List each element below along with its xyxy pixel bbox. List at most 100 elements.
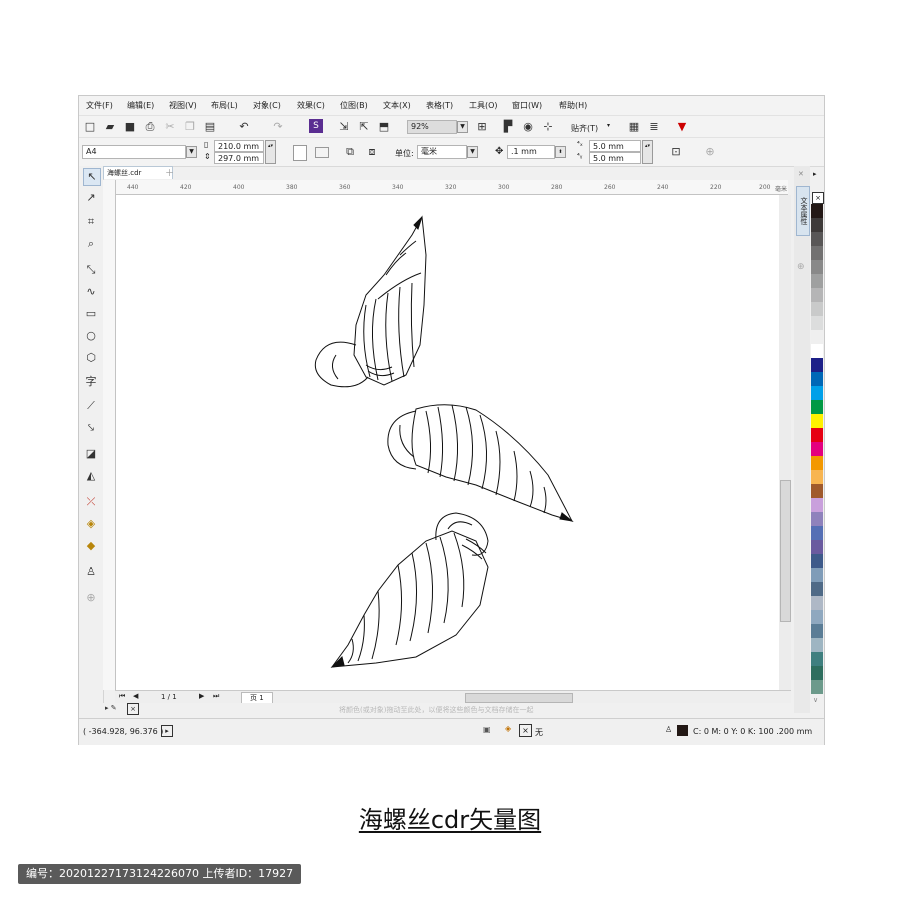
palette-swatch[interactable] (811, 232, 823, 246)
quick-customize-tools-icon[interactable]: ⊕ (83, 590, 99, 606)
palette-swatch[interactable] (811, 428, 823, 442)
paste-icon[interactable]: ▤ (203, 120, 217, 134)
duplicate-x-field[interactable]: 5.0 mm (589, 140, 641, 152)
interactive-fill-tool-icon[interactable]: ◈ (83, 516, 99, 532)
landscape-orientation-icon[interactable] (315, 147, 329, 158)
palette-no-color-icon[interactable]: ⨯ (812, 192, 824, 204)
polygon-tool-icon[interactable]: ⬡ (83, 350, 99, 366)
zoom-dropdown-icon[interactable]: ▼ (457, 121, 468, 133)
menu-window[interactable]: 窗口(W) (512, 100, 542, 111)
palette-swatch[interactable] (811, 666, 823, 680)
transparency-tool-icon[interactable]: ◭ (83, 468, 99, 484)
palette-swatch[interactable] (811, 526, 823, 540)
document-tab[interactable]: 海螺丝.cdr (103, 166, 173, 179)
page-dimension-spinner[interactable]: ▴▾ (265, 140, 276, 164)
vertical-ruler[interactable] (103, 180, 116, 690)
palette-swatch[interactable] (811, 554, 823, 568)
docker-close-icon[interactable]: ✕ (798, 170, 804, 178)
all-pages-icon[interactable]: ⧉ (343, 145, 357, 159)
palette-swatch[interactable] (811, 484, 823, 498)
pick-tool-icon[interactable]: ↖ (83, 168, 101, 186)
palette-swatch[interactable] (811, 652, 823, 666)
palette-swatch[interactable] (811, 344, 823, 358)
show-rulers-icon[interactable]: ▛ (501, 120, 515, 134)
palette-scroll-down-icon[interactable]: ∨ (813, 696, 818, 704)
add-docker-icon[interactable]: ⊕ (797, 262, 805, 272)
palette-swatch[interactable] (811, 386, 823, 400)
current-page-icon[interactable]: ⧈ (365, 145, 379, 159)
palette-swatch[interactable] (811, 638, 823, 652)
palette-swatch[interactable] (811, 498, 823, 512)
palette-swatch[interactable] (811, 512, 823, 526)
vertical-scroll-thumb[interactable] (780, 480, 791, 622)
horizontal-ruler[interactable]: 440 420 400 380 360 340 320 300 280 260 … (115, 180, 788, 195)
full-screen-icon[interactable]: ⊞ (475, 120, 489, 134)
zoom-tool-icon[interactable]: ⌕ (83, 236, 99, 252)
palette-swatch[interactable] (811, 568, 823, 582)
menu-help[interactable]: 帮助(H) (559, 100, 587, 111)
units-select[interactable]: 毫米 (417, 145, 467, 159)
menu-bitmap[interactable]: 位图(B) (340, 100, 368, 111)
application-launcher-icon[interactable]: ▦ (627, 120, 641, 134)
menu-table[interactable]: 表格(T) (426, 100, 453, 111)
palette-menu-icon[interactable]: ▸ ✎ (105, 704, 117, 712)
duplicate-spinner[interactable]: ▴▾ (642, 140, 653, 164)
welcome-screen-icon[interactable]: ▼ (675, 120, 689, 134)
snap-dropdown-icon[interactable]: ▾ (607, 122, 610, 129)
palette-swatch[interactable] (811, 372, 823, 386)
save-icon[interactable]: ■ (123, 120, 137, 134)
artistic-media-tool-icon[interactable]: ∿ (83, 284, 99, 300)
open-folder-icon[interactable]: ▰ (103, 120, 117, 134)
palette-swatch[interactable] (811, 358, 823, 372)
palette-swatch[interactable] (811, 414, 823, 428)
page-width-field[interactable]: 210.0 mm (214, 140, 264, 152)
page-height-field[interactable]: 297.0 mm (214, 152, 264, 164)
new-tab-icon[interactable]: ＋ (165, 166, 174, 179)
last-page-icon[interactable]: ⏭ (213, 692, 219, 701)
units-dropdown-icon[interactable]: ▼ (467, 146, 478, 158)
portrait-orientation-icon[interactable] (293, 145, 307, 161)
text-tool-icon[interactable]: 字 (83, 374, 99, 390)
next-page-icon[interactable]: ▶ (199, 692, 204, 700)
color-palette[interactable] (811, 204, 823, 694)
cut-icon[interactable]: ✂ (163, 120, 177, 134)
crop-tool-icon[interactable]: ⌗ (83, 214, 99, 230)
menu-tools[interactable]: 工具(O) (469, 100, 498, 111)
palette-swatch[interactable] (811, 260, 823, 274)
vertical-scrollbar[interactable] (779, 195, 791, 690)
options-icon[interactable]: ≣ (647, 120, 661, 134)
palette-scroll-up-icon[interactable]: ▸ (813, 170, 817, 178)
palette-swatch[interactable] (811, 330, 823, 344)
corel-connect-icon[interactable]: S (309, 119, 323, 133)
page-size-select[interactable]: A4 (82, 145, 186, 159)
page-frame-icon[interactable]: ⊡ (669, 145, 683, 159)
menu-effects[interactable]: 效果(C) (297, 100, 325, 111)
freehand-tool-icon[interactable]: ⤡ (83, 262, 99, 278)
palette-swatch[interactable] (811, 456, 823, 470)
palette-swatch[interactable] (811, 288, 823, 302)
menu-layout[interactable]: 布局(L) (211, 100, 238, 111)
print-icon[interactable]: ⎙ (143, 120, 157, 134)
document-palette[interactable]: ▸ ✎ ⨯ 将颜色(或对象)拖动至此处，以便将这些颜色与文档存储在一起 (103, 703, 791, 717)
palette-swatch[interactable] (811, 610, 823, 624)
drop-shadow-tool-icon[interactable]: ◪ (83, 446, 99, 462)
palette-swatch[interactable] (811, 624, 823, 638)
shape-tool-icon[interactable]: ↗ (83, 190, 99, 206)
zoom-level-field[interactable]: 92% (407, 120, 457, 134)
palette-swatch[interactable] (811, 540, 823, 554)
menu-text[interactable]: 文本(X) (383, 100, 411, 111)
export-icon[interactable]: ⇱ (357, 120, 371, 134)
palette-swatch[interactable] (811, 470, 823, 484)
palette-swatch[interactable] (811, 316, 823, 330)
rectangle-tool-icon[interactable]: ▭ (83, 306, 99, 322)
copy-icon[interactable]: ❐ (183, 120, 197, 134)
menu-edit[interactable]: 编辑(E) (127, 100, 154, 111)
palette-swatch[interactable] (811, 274, 823, 288)
quick-customize-icon[interactable]: ⊕ (703, 145, 717, 159)
menu-object[interactable]: 对象(C) (253, 100, 281, 111)
first-page-icon[interactable]: ⏮ (119, 692, 125, 701)
connector-tool-icon[interactable]: ⤥ (83, 420, 99, 436)
outline-pen-tool-icon[interactable]: ♙ (83, 564, 99, 580)
import-icon[interactable]: ⇲ (337, 120, 351, 134)
palette-swatch[interactable] (811, 400, 823, 414)
